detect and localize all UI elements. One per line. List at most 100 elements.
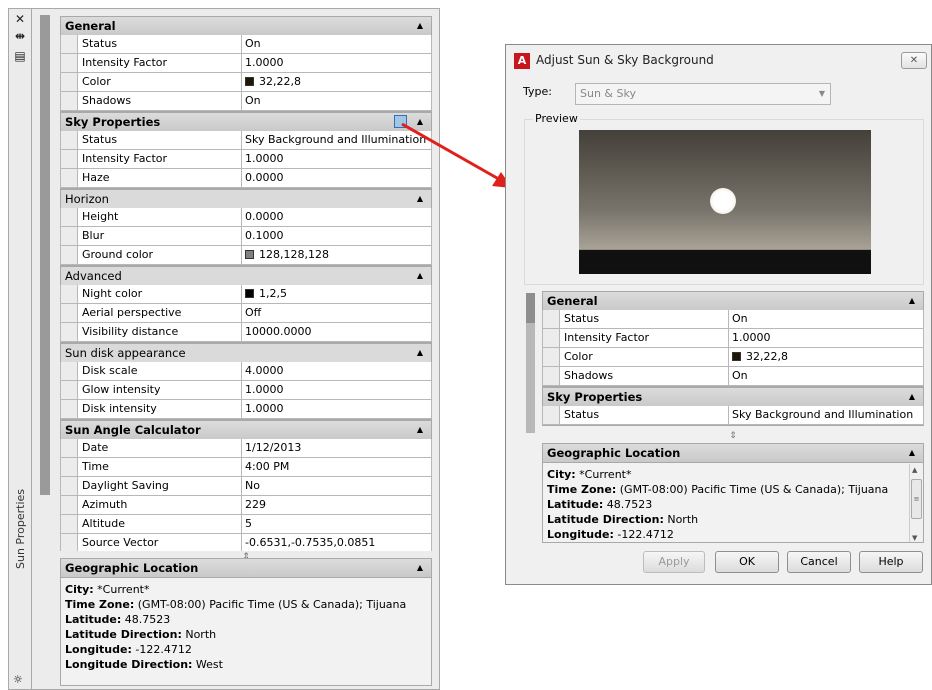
collapse-caret-icon[interactable]: ▲: [909, 292, 915, 310]
resize-grip-icon[interactable]: ⇕: [542, 431, 924, 441]
property-value[interactable]: -0.6531,-0.7535,0.0851: [242, 534, 431, 551]
property-value[interactable]: 1,2,5: [242, 285, 431, 303]
collapse-caret-icon[interactable]: ▲: [417, 17, 423, 35]
property-row[interactable]: Color 32,22,8: [60, 73, 432, 92]
property-row[interactable]: Color 32,22,8: [542, 348, 924, 367]
property-row[interactable]: Glow intensity 1.0000: [60, 381, 432, 400]
dialog-buttons: Apply OK Cancel Help: [506, 551, 931, 577]
property-value[interactable]: 10000.0000: [242, 323, 431, 341]
close-icon[interactable]: ✕: [12, 12, 28, 26]
property-row[interactable]: Daylight Saving No: [60, 477, 432, 496]
type-dropdown[interactable]: Sun & Sky ▼: [575, 83, 831, 105]
collapse-caret-icon[interactable]: ▲: [909, 444, 915, 462]
property-value[interactable]: 0.1000: [242, 227, 431, 245]
property-row[interactable]: Intensity Factor 1.0000: [60, 150, 432, 169]
property-value[interactable]: 0.0000: [242, 208, 431, 226]
apply-button[interactable]: Apply: [643, 551, 705, 573]
property-row[interactable]: Time 4:00 PM: [60, 458, 432, 477]
property-row[interactable]: Shadows On: [60, 92, 432, 111]
property-value[interactable]: 32,22,8: [729, 348, 923, 366]
ok-button[interactable]: OK: [715, 551, 779, 573]
property-row[interactable]: Aerial perspective Off: [60, 304, 432, 323]
property-row[interactable]: Intensity Factor 1.0000: [60, 54, 432, 73]
scroll-up-icon[interactable]: ▲: [912, 466, 917, 474]
property-row[interactable]: Blur 0.1000: [60, 227, 432, 246]
property-row[interactable]: Height 0.0000: [60, 208, 432, 227]
property-row[interactable]: Status Sky Background and Illumination: [60, 131, 432, 150]
section-header-sun-angle[interactable]: Sun Angle Calculator ▲: [60, 420, 432, 439]
property-value[interactable]: 32,22,8: [242, 73, 431, 91]
property-row[interactable]: Azimuth 229: [60, 496, 432, 515]
color-swatch-icon: [245, 250, 254, 259]
property-row[interactable]: Disk scale 4.0000: [60, 362, 432, 381]
collapse-caret-icon[interactable]: ▲: [909, 388, 915, 406]
property-value[interactable]: 1/12/2013: [242, 439, 431, 457]
section-header-horizon[interactable]: Horizon ▲: [60, 189, 432, 208]
section-header-sun-disk[interactable]: Sun disk appearance ▲: [60, 343, 432, 362]
dialog-grid-scrollbar[interactable]: [526, 293, 535, 433]
properties-menu-icon[interactable]: ▤: [12, 49, 28, 63]
property-row[interactable]: Altitude 5: [60, 515, 432, 534]
property-value[interactable]: No: [242, 477, 431, 495]
property-value[interactable]: On: [729, 310, 923, 328]
property-value-text: No: [245, 479, 260, 492]
section-header-sky-properties[interactable]: Sky Properties ▲: [60, 112, 432, 131]
geo-line: Longitude: -122.4712: [547, 527, 923, 542]
dialog-title-bar: A Adjust Sun & Sky Background ✕: [506, 45, 931, 75]
property-value[interactable]: 5: [242, 515, 431, 533]
property-row[interactable]: Source Vector -0.6531,-0.7535,0.0851: [60, 534, 432, 551]
property-row[interactable]: Shadows On: [542, 367, 924, 386]
property-row[interactable]: Status On: [60, 35, 432, 54]
section-header-geographic-location[interactable]: Geographic Location ▲: [61, 559, 431, 578]
auto-hide-icon[interactable]: ⇹: [12, 29, 28, 43]
row-gutter: [61, 208, 78, 226]
property-value[interactable]: 229: [242, 496, 431, 514]
property-value[interactable]: On: [242, 35, 431, 53]
geo-line: Latitude: 48.7523: [65, 612, 431, 627]
property-value[interactable]: Off: [242, 304, 431, 322]
property-value[interactable]: 1.0000: [242, 400, 431, 418]
help-button[interactable]: Help: [859, 551, 923, 573]
property-value[interactable]: 4:00 PM: [242, 458, 431, 476]
collapse-caret-icon[interactable]: ▲: [417, 344, 423, 362]
collapse-caret-icon[interactable]: ▲: [417, 267, 423, 285]
geo-value: (GMT-08:00) Pacific Time (US & Canada); …: [619, 483, 889, 496]
property-row[interactable]: Status Sky Background and Illumination: [542, 406, 924, 425]
section-header-general[interactable]: General ▲: [60, 16, 432, 35]
property-value[interactable]: 128,128,128: [242, 246, 431, 264]
section-header-sky-properties[interactable]: Sky Properties ▲: [542, 387, 924, 406]
geo-scrollbar[interactable]: ▲ ≡ ▼: [909, 464, 923, 542]
section-header-advanced[interactable]: Advanced ▲: [60, 266, 432, 285]
cancel-button[interactable]: Cancel: [787, 551, 851, 573]
section-header-general[interactable]: General ▲: [542, 291, 924, 310]
property-row[interactable]: Ground color 128,128,128: [60, 246, 432, 265]
property-value-text: 10000.0000: [245, 325, 312, 338]
property-value[interactable]: 1.0000: [242, 54, 431, 72]
scrollbar-thumb[interactable]: [526, 293, 535, 323]
property-row[interactable]: Night color 1,2,5: [60, 285, 432, 304]
property-value[interactable]: 1.0000: [242, 381, 431, 399]
palette-scrollbar[interactable]: [40, 15, 50, 495]
geo-value: (GMT-08:00) Pacific Time (US & Canada); …: [137, 598, 407, 611]
geo-value: -122.4712: [617, 528, 674, 541]
property-value[interactable]: Sky Background and Illumination: [729, 406, 923, 424]
property-row[interactable]: Visibility distance 10000.0000: [60, 323, 432, 342]
property-value[interactable]: On: [242, 92, 431, 110]
property-row[interactable]: Date 1/12/2013: [60, 439, 432, 458]
scroll-down-icon[interactable]: ▼: [912, 534, 917, 542]
property-row[interactable]: Haze 0.0000: [60, 169, 432, 188]
property-row[interactable]: Disk intensity 1.0000: [60, 400, 432, 419]
row-gutter: [61, 92, 78, 110]
geo-label: Latitude Direction:: [65, 628, 182, 641]
property-row[interactable]: Intensity Factor 1.0000: [542, 329, 924, 348]
property-value[interactable]: 1.0000: [729, 329, 923, 347]
scrollbar-thumb[interactable]: ≡: [911, 479, 922, 519]
collapse-caret-icon[interactable]: ▲: [417, 421, 423, 439]
collapse-caret-icon[interactable]: ▲: [417, 559, 423, 577]
property-value[interactable]: On: [729, 367, 923, 385]
section-header-geographic-location[interactable]: Geographic Location ▲: [543, 444, 923, 463]
property-row[interactable]: Status On: [542, 310, 924, 329]
property-value[interactable]: 4.0000: [242, 362, 431, 380]
close-button[interactable]: ✕: [901, 52, 927, 69]
row-gutter: [61, 496, 78, 514]
